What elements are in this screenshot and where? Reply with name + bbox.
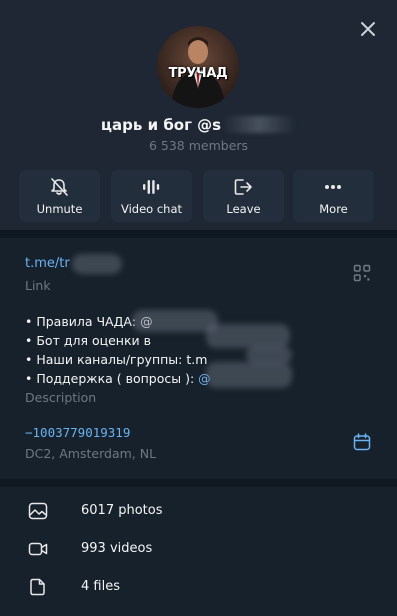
section-divider: [0, 230, 397, 238]
videos-count: 993 videos: [81, 541, 153, 556]
redacted-blur: [222, 116, 297, 133]
datacenter-info: DC2, Amsterdam, NL: [25, 446, 157, 461]
calendar-icon: [353, 433, 371, 451]
close-icon: [361, 22, 375, 36]
description-caption: Description: [25, 390, 97, 405]
video-chat-button[interactable]: Video chat: [111, 170, 192, 222]
photo-icon: [28, 502, 48, 520]
channel-avatar[interactable]: ТРУЧАД: [157, 26, 239, 108]
media-row-videos[interactable]: 993 videos: [0, 530, 397, 568]
channel-title-text: царь и бог @s: [100, 116, 222, 134]
member-count: 6 538 members: [148, 138, 249, 153]
description-line-text: • Поддержка ( вопросы ):: [25, 371, 199, 386]
leave-button[interactable]: Leave: [203, 170, 284, 222]
channel-title: царь и бог @s: [0, 116, 397, 134]
media-row-files[interactable]: 4 files: [0, 568, 397, 606]
action-bar: Unmute Video chat Leave More: [19, 170, 377, 222]
leave-icon: [234, 179, 252, 195]
avatar-text: ТРУЧАД: [168, 66, 228, 81]
chat-id[interactable]: −1003779019319: [25, 425, 130, 440]
more-label: More: [319, 202, 348, 216]
unmute-button[interactable]: Unmute: [19, 170, 100, 222]
qr-code-button[interactable]: [353, 264, 371, 282]
redacted-blur: [206, 362, 292, 388]
redacted-blur: [132, 310, 218, 332]
redacted-blur: [72, 254, 122, 274]
description-line: • Бот для оценки в: [25, 333, 151, 348]
description-line: • Наши каналы/группы: t.m: [25, 352, 208, 367]
invite-link[interactable]: t.me/tr: [25, 256, 70, 271]
video-icon: [28, 542, 48, 556]
more-button[interactable]: More: [293, 170, 374, 222]
description-line: • Поддержка ( вопросы ): @: [25, 369, 211, 388]
files-count: 4 files: [81, 579, 120, 594]
video-chat-icon: [143, 180, 160, 194]
leave-label: Leave: [226, 202, 261, 216]
channel-info-panel: ТРУЧАД царь и бог @s 6 538 members Unmut…: [0, 0, 397, 616]
close-button[interactable]: [357, 18, 379, 40]
more-icon: [325, 185, 341, 189]
calendar-button[interactable]: [353, 433, 371, 451]
photos-count: 6017 photos: [81, 503, 163, 518]
redacted-blur: [206, 324, 290, 348]
unmute-label: Unmute: [36, 202, 83, 216]
qr-code-icon: [353, 264, 371, 282]
video-chat-label: Video chat: [120, 202, 183, 216]
media-row-photos[interactable]: 6017 photos: [0, 492, 397, 530]
link-caption: Link: [25, 278, 51, 293]
bell-off-icon: [51, 178, 68, 196]
channel-header: ТРУЧАД царь и бог @s 6 538 members Unmut…: [0, 0, 397, 238]
section-divider: [0, 479, 397, 487]
file-icon: [30, 578, 45, 596]
